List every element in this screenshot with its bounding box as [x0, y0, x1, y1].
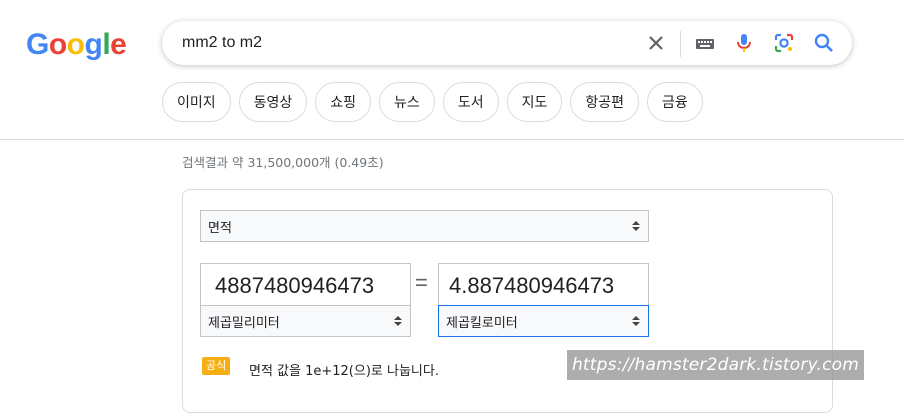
tab-books[interactable]: 도서 — [442, 82, 499, 122]
logo-letter: g — [84, 28, 103, 61]
search-input[interactable] — [182, 21, 622, 65]
close-icon[interactable] — [644, 31, 668, 55]
google-logo[interactable]: Google — [26, 28, 127, 62]
unit-type-label: 면적 — [208, 220, 232, 236]
formula-text: 면적 값을 1e+12(으)로 나눕니다. — [249, 364, 439, 379]
select-arrows-icon — [394, 316, 402, 326]
to-unit-label: 제곱킬로미터 — [446, 315, 518, 331]
camera-lens-icon[interactable] — [772, 31, 796, 55]
tab-images[interactable]: 이미지 — [162, 82, 231, 122]
divider — [680, 31, 681, 57]
logo-letter: o — [66, 28, 85, 61]
logo-letter: o — [48, 28, 67, 61]
select-arrows-icon — [632, 316, 640, 326]
watermark: https://hamster2dark.tistory.com — [567, 350, 864, 380]
logo-letter: G — [26, 28, 49, 61]
from-unit-label: 제곱밀리미터 — [208, 315, 280, 331]
search-icon[interactable] — [812, 31, 836, 55]
tab-flights[interactable]: 항공편 — [570, 82, 639, 122]
logo-letter: l — [102, 28, 111, 61]
to-value-input[interactable]: 4.887480946473 — [438, 263, 649, 307]
keyboard-icon[interactable] — [694, 33, 716, 55]
tab-finance[interactable]: 금융 — [646, 82, 703, 122]
tab-shopping[interactable]: 쇼핑 — [315, 82, 372, 122]
tab-maps[interactable]: 지도 — [506, 82, 563, 122]
header-divider — [0, 139, 904, 140]
unit-type-select[interactable]: 면적 — [200, 210, 649, 242]
search-filter-tabs: 이미지 동영상 쇼핑 뉴스 도서 지도 항공편 금융 — [162, 82, 703, 124]
to-unit-select[interactable]: 제곱킬로미터 — [438, 305, 649, 337]
result-stats: 검색결과 약 31,500,000개 (0.49초) — [182, 155, 384, 170]
tab-videos[interactable]: 동영상 — [238, 82, 308, 122]
logo-letter: e — [110, 28, 127, 61]
select-arrows-icon — [632, 221, 640, 231]
equals-sign: = — [415, 270, 428, 295]
formula-badge: 공식 — [202, 357, 231, 375]
from-value-input[interactable]: 4887480946473 — [200, 263, 411, 307]
search-bar — [162, 21, 852, 65]
tab-news[interactable]: 뉴스 — [379, 82, 435, 122]
microphone-icon[interactable] — [732, 31, 756, 55]
from-unit-select[interactable]: 제곱밀리미터 — [200, 305, 411, 337]
